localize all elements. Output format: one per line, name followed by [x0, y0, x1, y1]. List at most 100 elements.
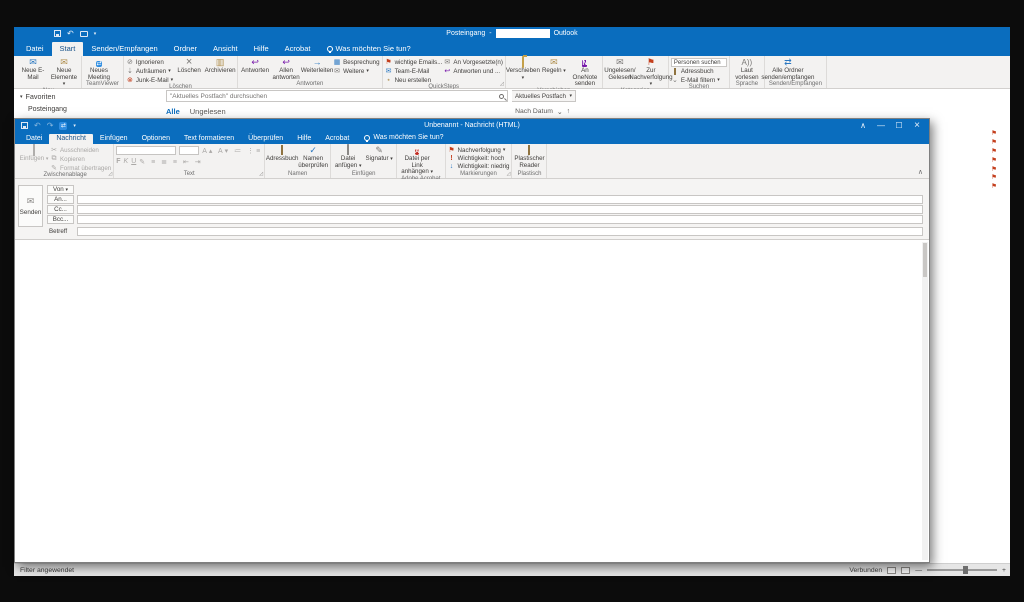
tab-datei[interactable]: Datei: [18, 42, 52, 56]
minimize-button[interactable]: —: [872, 121, 890, 130]
highlight-color-align-indent-buttons[interactable]: ✎ ≡ ≣ ≡ ⇤ ⇥: [139, 158, 202, 166]
paste-button[interactable]: Einfügen ▾: [19, 145, 49, 163]
quickstep-create-new[interactable]: ⋆Neu erstellen: [385, 76, 443, 84]
junk-button[interactable]: ⊗Junk-E-Mail ▾: [126, 76, 173, 84]
search-scope-dropdown[interactable]: Aktuelles Postfach ▾: [512, 90, 576, 102]
tab-nachricht[interactable]: Nachricht: [49, 134, 93, 144]
immersive-reader-button[interactable]: Plastischer Reader: [514, 145, 544, 169]
flag-icon[interactable]: ⚑: [991, 184, 997, 191]
close-button[interactable]: ×: [908, 120, 926, 131]
new-items-button[interactable]: ✉ Neue Elemente ▾: [49, 57, 79, 88]
rules-button[interactable]: ✉ Regeln ▾: [539, 57, 569, 75]
tab-datei[interactable]: Datei: [19, 134, 49, 144]
subject-field[interactable]: [77, 227, 923, 236]
favorites-header[interactable]: ▾ Favoriten: [14, 89, 164, 101]
signature-button[interactable]: ✎ Signatur ▾: [364, 145, 394, 163]
onenote-button[interactable]: N An OneNote senden: [570, 57, 600, 88]
collapse-ribbon-icon[interactable]: ∧: [918, 168, 923, 176]
flag-icon[interactable]: ⚑: [991, 158, 997, 165]
find-people-box[interactable]: Personen suchen: [671, 58, 727, 67]
followup-button[interactable]: ⚑Nachverfolgung ▾: [448, 146, 510, 154]
body-scrollbar[interactable]: [922, 242, 928, 560]
tab-senden-empfangen[interactable]: Senden/Empfangen: [83, 42, 165, 56]
tellme-box[interactable]: Was möchten Sie tun?: [319, 42, 419, 56]
font-grow-shrink-and-list-buttons[interactable]: A▴ A▾ ≔ ⋮≡: [202, 147, 262, 155]
bold-button[interactable]: F: [116, 158, 120, 165]
tab-acrobat[interactable]: Acrobat: [318, 134, 356, 144]
font-size-dropdown[interactable]: [179, 146, 199, 155]
bcc-button[interactable]: Bcc...: [47, 215, 74, 224]
folder-item-inbox[interactable]: Posteingang: [14, 101, 164, 113]
new-meeting-button[interactable]: ⇄ Neues Meeting: [84, 57, 114, 81]
quickstep-reply-delete[interactable]: ↩Antworten und ...: [443, 67, 503, 75]
normal-view-icon[interactable]: [887, 567, 896, 574]
cc-button[interactable]: Cc...: [47, 205, 74, 214]
importance-low-button[interactable]: ↓Wichtigkeit: niedrig: [448, 163, 510, 170]
reply-all-button[interactable]: ↩ Allen antworten: [271, 57, 301, 81]
to-button[interactable]: An...: [47, 195, 74, 204]
flag-icon[interactable]: ⚑: [991, 175, 997, 182]
tab-hilfe[interactable]: Hilfe: [290, 134, 318, 144]
font-family-dropdown[interactable]: [116, 146, 176, 155]
maximize-button[interactable]: ☐: [890, 121, 908, 130]
ignore-button[interactable]: ⊘Ignorieren: [126, 58, 173, 66]
filter-all[interactable]: Alle: [166, 107, 180, 116]
tab-ansicht[interactable]: Ansicht: [205, 42, 246, 56]
dialog-launcher-icon[interactable]: ◿: [108, 171, 112, 177]
importance-high-button[interactable]: !Wichtigkeit: hoch: [448, 155, 510, 162]
address-book-button[interactable]: Adressbuch: [671, 68, 727, 75]
message-body-editor[interactable]: [15, 239, 929, 562]
ribbon-display-options-icon[interactable]: ∧: [854, 121, 872, 130]
to-field[interactable]: [77, 195, 923, 204]
cc-field[interactable]: [77, 205, 923, 214]
zoom-slider-thumb[interactable]: [963, 566, 968, 574]
dialog-launcher-icon[interactable]: ◿: [259, 171, 263, 177]
archive-button[interactable]: ▥ Archivieren: [205, 57, 235, 75]
underline-button[interactable]: U: [131, 158, 136, 165]
dialog-launcher-icon[interactable]: ◿: [500, 81, 504, 87]
tellme-box[interactable]: Was möchten Sie tun?: [356, 132, 451, 144]
tab-acrobat[interactable]: Acrobat: [277, 42, 319, 56]
italic-button[interactable]: K: [124, 158, 129, 165]
quickstep-team-email[interactable]: ✉Team-E-Mail: [385, 67, 443, 75]
tab-optionen[interactable]: Optionen: [135, 134, 177, 144]
cleanup-button[interactable]: ⇣Aufräumen ▾: [126, 67, 173, 75]
quickstep-important[interactable]: ⚑wichtige Emails...: [385, 58, 443, 66]
copy-button[interactable]: ⧉Kopieren: [50, 155, 111, 163]
flag-icon[interactable]: ⚑: [991, 167, 997, 174]
zoom-slider[interactable]: [927, 569, 997, 571]
flag-icon[interactable]: ⚑: [991, 140, 997, 147]
reading-view-icon[interactable]: [901, 567, 910, 574]
quickstep-to-manager[interactable]: ✉An Vorgesetzte(n): [443, 58, 503, 66]
forward-button[interactable]: → Weiterleiten: [302, 57, 332, 75]
attach-via-link-button[interactable]: A Datei per Link anhängen ▾: [399, 145, 435, 176]
tab-ueberpruefen[interactable]: Überprüfen: [241, 134, 290, 144]
tab-start[interactable]: Start: [52, 42, 84, 56]
bcc-field[interactable]: [77, 215, 923, 224]
attach-file-button[interactable]: Datei anfügen ▾: [333, 145, 363, 169]
sort-dropdown[interactable]: Nach Datum ⌄ ↑: [515, 108, 570, 116]
more-respond-button[interactable]: ✉Weitere ▾: [333, 67, 379, 75]
flag-icon[interactable]: ⚑: [991, 149, 997, 156]
move-button[interactable]: Verschieben ▾: [508, 57, 538, 81]
search-input[interactable]: "Aktuelles Postfach" durchsuchen: [166, 90, 508, 102]
scrollbar-thumb[interactable]: [923, 243, 927, 277]
format-painter-button[interactable]: ✎Format übertragen: [50, 164, 111, 172]
zoom-out-button[interactable]: —: [915, 567, 922, 574]
read-aloud-button[interactable]: A)) Laut vorlesen: [732, 57, 762, 81]
tab-einfuegen[interactable]: Einfügen: [93, 134, 135, 144]
check-names-button[interactable]: ✓ Namen überprüfen: [298, 145, 328, 169]
zoom-in-button[interactable]: +: [1002, 567, 1006, 574]
reply-button[interactable]: ↩ Antworten: [240, 57, 270, 75]
from-button[interactable]: Von ▾: [47, 185, 74, 194]
filter-unread[interactable]: Ungelesen: [190, 107, 226, 116]
followup-button[interactable]: ⚑ Zur Nachverfolgung ▾: [636, 57, 666, 88]
send-button[interactable]: ✉ Senden: [18, 185, 43, 227]
tab-ordner[interactable]: Ordner: [166, 42, 205, 56]
delete-button[interactable]: × Löschen: [174, 57, 204, 75]
filter-email-button[interactable]: ⌄E-Mail filtern ▾: [671, 76, 727, 84]
flag-icon[interactable]: ⚑: [991, 131, 997, 138]
send-receive-all-button[interactable]: ⇄ Alle Ordner senden/empfangen: [767, 57, 809, 81]
cut-button[interactable]: ✂Ausschneiden: [50, 146, 111, 154]
address-book-button[interactable]: Adressbuch: [267, 145, 297, 163]
